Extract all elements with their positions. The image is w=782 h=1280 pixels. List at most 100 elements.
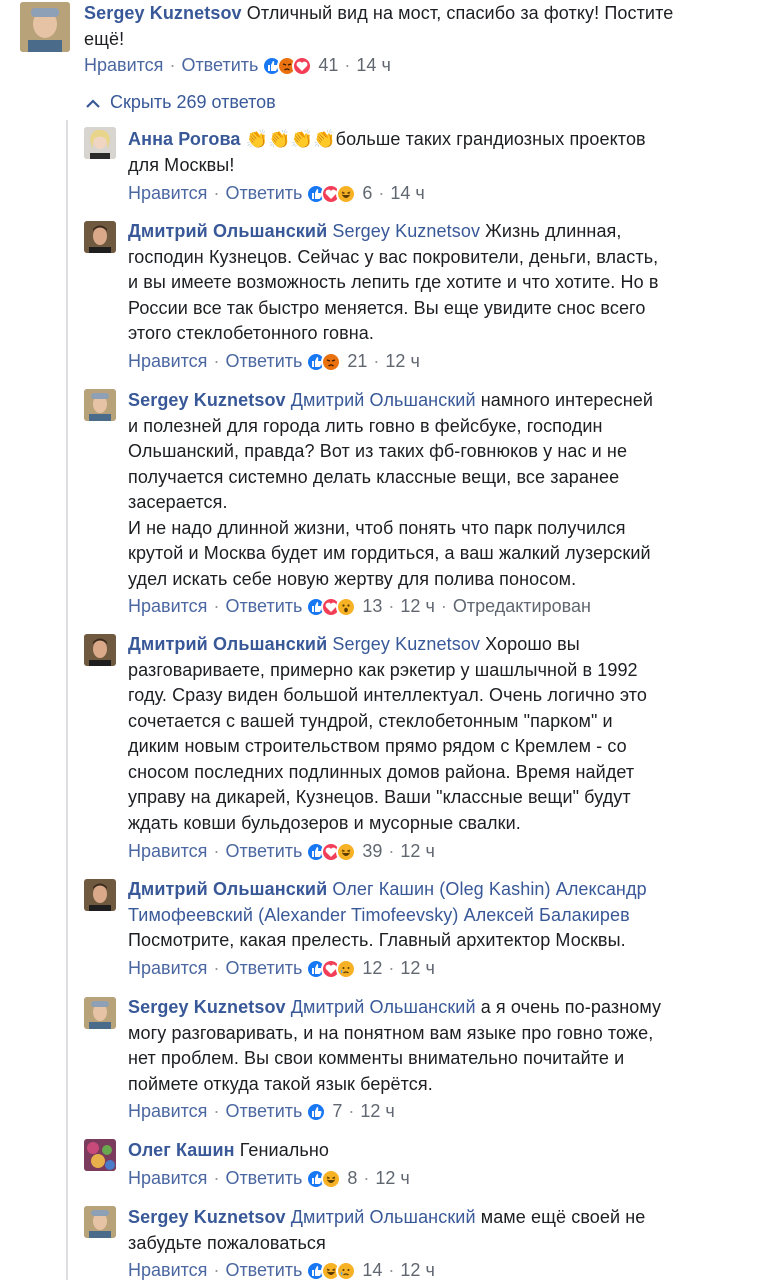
like-link[interactable]: Нравится: [128, 1260, 207, 1280]
haha-reaction-icon: [336, 183, 357, 204]
like-link[interactable]: Нравится: [128, 596, 207, 617]
author-name[interactable]: Sergey Kuznetsov: [128, 390, 286, 410]
chevron-up-icon: [86, 92, 100, 113]
timestamp[interactable]: 12 ч: [385, 351, 419, 372]
reply-link[interactable]: Ответить: [225, 958, 302, 979]
author-name[interactable]: Олег Кашин: [128, 1140, 235, 1160]
reaction-count[interactable]: 21: [347, 351, 367, 372]
hide-replies-toggle[interactable]: Скрыть 269 ответов: [86, 92, 276, 113]
avatar[interactable]: [84, 634, 116, 666]
like-link[interactable]: Нравится: [84, 55, 163, 76]
sad-reaction-icon: [336, 1260, 357, 1280]
reactions[interactable]: [306, 958, 357, 979]
comment-actions: Нравится · Ответить 13 · 12 ч · Отредактирован: [128, 596, 591, 617]
mention-link[interactable]: Дмитрий Ольшанский: [291, 390, 476, 410]
author-name[interactable]: Дмитрий Ольшанский: [128, 221, 327, 241]
like-link[interactable]: Нравится: [128, 351, 207, 372]
comment-text: Sergey Kuznetsov Дмитрий Ольшанский маме…: [128, 1207, 646, 1253]
reply-link[interactable]: Ответить: [225, 1260, 302, 1280]
reactions[interactable]: [306, 1168, 342, 1189]
reply-link[interactable]: Ответить: [225, 1101, 302, 1122]
reply-link[interactable]: Ответить: [225, 183, 302, 204]
avatar[interactable]: [84, 879, 116, 911]
reaction-count[interactable]: 8: [347, 1168, 357, 1189]
like-link[interactable]: Нравится: [128, 1168, 207, 1189]
reaction-count[interactable]: 13: [362, 596, 382, 617]
like-reaction-icon: [306, 1101, 327, 1122]
timestamp[interactable]: 12 ч: [360, 1101, 394, 1122]
comment-actions: Нравится · Ответить 41 · 14 ч: [84, 55, 391, 76]
reactions[interactable]: [306, 1260, 357, 1280]
angry-reaction-icon: [321, 351, 342, 372]
comment-text: Олег Кашин Гениально: [128, 1140, 330, 1160]
love-reaction-icon: [292, 55, 313, 76]
comment-actions: Нравится · Ответить 14 · 12 ч: [128, 1260, 435, 1280]
mention-link[interactable]: Дмитрий Ольшанский: [291, 997, 476, 1017]
edited-label[interactable]: Отредактирован: [453, 596, 591, 617]
sad-reaction-icon: [336, 958, 357, 979]
timestamp[interactable]: 12 ч: [400, 596, 434, 617]
author-name[interactable]: Sergey Kuznetsov: [128, 997, 286, 1017]
avatar[interactable]: [84, 221, 116, 253]
thread-line: [66, 120, 68, 1280]
timestamp[interactable]: 14 ч: [390, 183, 424, 204]
reaction-count[interactable]: 12: [362, 958, 382, 979]
avatar[interactable]: [20, 2, 70, 52]
reactions[interactable]: [306, 1101, 327, 1122]
avatar[interactable]: [84, 1139, 116, 1171]
author-name[interactable]: Дмитрий Ольшанский: [128, 634, 327, 654]
reply-link[interactable]: Ответить: [225, 1168, 302, 1189]
timestamp[interactable]: 12 ч: [400, 841, 434, 862]
comment-text: Дмитрий Ольшанский Олег Кашин (Oleg Kash…: [128, 879, 647, 950]
haha-reaction-icon: [336, 841, 357, 862]
reactions[interactable]: [306, 841, 357, 862]
avatar[interactable]: [84, 1206, 116, 1238]
like-link[interactable]: Нравится: [128, 1101, 207, 1122]
mention-link[interactable]: Тимофеевский (Alexander Timofeevsky) Але…: [128, 903, 647, 929]
reply-link[interactable]: Ответить: [225, 596, 302, 617]
reply-link[interactable]: Ответить: [181, 55, 258, 76]
reactions[interactable]: [306, 183, 357, 204]
comment-text: Sergey Kuznetsov Дмитрий Ольшанский намн…: [128, 390, 654, 589]
reactions[interactable]: [306, 351, 342, 372]
wow-reaction-icon: [336, 596, 357, 617]
reactions[interactable]: [262, 55, 313, 76]
comment-actions: Нравится · Ответить 21 · 12 ч: [128, 351, 420, 372]
author-name[interactable]: Анна Рогова: [128, 129, 241, 149]
mention-link[interactable]: Sergey Kuznetsov: [332, 221, 480, 241]
comment-actions: Нравится · Ответить 39 · 12 ч: [128, 841, 435, 862]
comment-text: Анна Рогова 👏👏👏👏больше таких грандиозных…: [128, 129, 646, 175]
author-name[interactable]: Sergey Kuznetsov: [128, 1207, 286, 1227]
comment-text: Дмитрий Ольшанский Sergey Kuznetsov Жизн…: [128, 221, 659, 343]
mention-link[interactable]: Sergey Kuznetsov: [332, 634, 480, 654]
timestamp[interactable]: 12 ч: [400, 958, 434, 979]
comment-text: Sergey Kuznetsov Дмитрий Ольшанский а я …: [128, 997, 662, 1094]
author-name[interactable]: Дмитрий Ольшанский: [128, 879, 327, 899]
timestamp[interactable]: 12 ч: [400, 1260, 434, 1280]
reaction-count[interactable]: 39: [362, 841, 382, 862]
comment-actions: Нравится · Ответить 8 · 12 ч: [128, 1168, 410, 1189]
timestamp[interactable]: 14 ч: [356, 55, 390, 76]
reaction-count[interactable]: 6: [362, 183, 372, 204]
reaction-count[interactable]: 41: [318, 55, 338, 76]
reply-link[interactable]: Ответить: [225, 841, 302, 862]
like-link[interactable]: Нравится: [128, 183, 207, 204]
comment-actions: Нравится · Ответить 6 · 14 ч: [128, 183, 425, 204]
mention-link[interactable]: Олег Кашин (Oleg Kashin) Александр: [332, 879, 646, 899]
haha-reaction-icon: [321, 1168, 342, 1189]
comment-text: Sergey Kuznetsov Отличный вид на мост, с…: [84, 3, 674, 49]
like-link[interactable]: Нравится: [128, 958, 207, 979]
mention-link[interactable]: Дмитрий Ольшанский: [291, 1207, 476, 1227]
reply-link[interactable]: Ответить: [225, 351, 302, 372]
comment-actions: Нравится · Ответить 7 · 12 ч: [128, 1101, 395, 1122]
avatar[interactable]: [84, 127, 116, 159]
reactions[interactable]: [306, 596, 357, 617]
avatar[interactable]: [84, 997, 116, 1029]
reaction-count[interactable]: 7: [332, 1101, 342, 1122]
comment-actions: Нравится · Ответить 12 · 12 ч: [128, 958, 435, 979]
avatar[interactable]: [84, 389, 116, 421]
timestamp[interactable]: 12 ч: [375, 1168, 409, 1189]
reaction-count[interactable]: 14: [362, 1260, 382, 1280]
like-link[interactable]: Нравится: [128, 841, 207, 862]
author-name[interactable]: Sergey Kuznetsov: [84, 3, 242, 23]
